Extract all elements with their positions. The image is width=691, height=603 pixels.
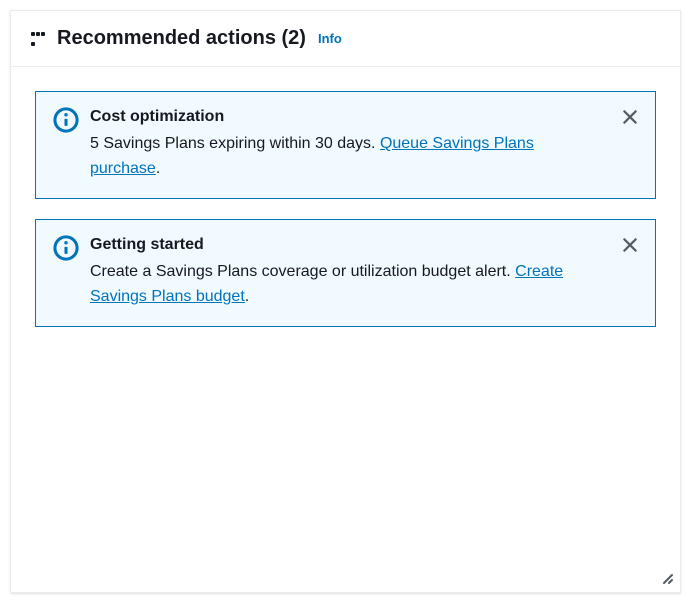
alert-message-suffix: . — [156, 160, 160, 177]
info-icon — [52, 106, 80, 134]
info-link[interactable]: Info — [318, 31, 342, 46]
alert-getting-started: Getting started Create a Savings Plans c… — [35, 219, 656, 327]
alert-message-suffix: . — [245, 288, 249, 305]
alert-title: Cost optimization — [90, 106, 601, 128]
alert-content: Getting started Create a Savings Plans c… — [90, 234, 609, 310]
alert-content: Cost optimization 5 Savings Plans expiri… — [90, 106, 609, 182]
info-icon — [52, 234, 80, 262]
panel-header: Recommended actions (2) Info — [11, 11, 680, 67]
alert-cost-optimization: Cost optimization 5 Savings Plans expiri… — [35, 91, 656, 199]
alert-message-prefix: Create a Savings Plans coverage or utili… — [90, 263, 515, 280]
close-button[interactable] — [619, 106, 641, 128]
panel-title: Recommended actions (2) — [57, 27, 306, 50]
resize-handle-icon[interactable] — [658, 569, 674, 588]
close-button[interactable] — [619, 234, 641, 256]
alert-message: Create a Savings Plans coverage or utili… — [90, 260, 601, 310]
alert-message-prefix: 5 Savings Plans expiring within 30 days. — [90, 135, 380, 152]
alert-title: Getting started — [90, 234, 601, 256]
drag-handle-icon[interactable] — [31, 32, 45, 46]
recommended-actions-panel: Recommended actions (2) Info Cost optimi… — [10, 10, 681, 593]
close-icon — [621, 236, 639, 254]
alert-message: 5 Savings Plans expiring within 30 days.… — [90, 132, 601, 182]
panel-body: Cost optimization 5 Savings Plans expiri… — [11, 67, 680, 371]
close-icon — [621, 108, 639, 126]
